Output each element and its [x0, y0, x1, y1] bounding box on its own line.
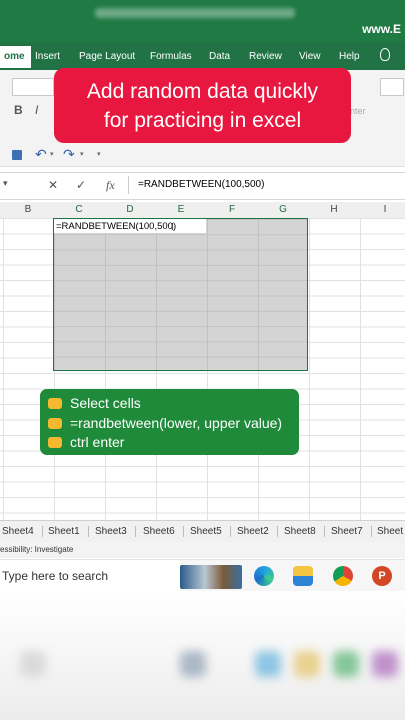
tab-formulas[interactable]: Formulas [150, 51, 192, 62]
sheet-tab[interactable]: Sheet5 [190, 526, 231, 537]
blurred-shape [333, 651, 359, 677]
blurred-shape [180, 651, 206, 677]
bold-button[interactable]: B [14, 103, 23, 117]
sheet-tab[interactable]: Sheet7 [331, 526, 372, 537]
customize-qat-icon[interactable]: ▾ [97, 150, 101, 158]
chevron-down-icon[interactable]: ▾ [50, 150, 54, 158]
sheet-tab[interactable]: Sheet1 [48, 526, 89, 537]
chrome-icon[interactable] [333, 566, 353, 586]
banner-line-1: Add random data quickly [86, 80, 319, 103]
text-cursor-icon: I [171, 222, 174, 233]
title-banner: Add random data quickly for practicing i… [54, 68, 351, 143]
tab-home[interactable]: ome [0, 46, 31, 68]
sheet-tab[interactable]: Sheet4 [2, 526, 43, 537]
tab-view[interactable]: View [299, 51, 321, 62]
sheet-tab[interactable]: Sheet3 [95, 526, 136, 537]
column-header-d[interactable]: D [105, 204, 155, 215]
blurred-shape [255, 651, 281, 677]
blurred-background [0, 591, 405, 720]
steps-callout: Select cells =randbetween(lower, upper v… [40, 389, 299, 455]
banner-line-2: for practicing in excel [103, 109, 302, 132]
lightbulb-icon[interactable] [380, 48, 390, 61]
sheet-tab[interactable]: Sheet [377, 526, 405, 537]
sheet-tab[interactable]: Sheet2 [237, 526, 278, 537]
status-bar: essibility: Investigate [0, 542, 405, 558]
tab-help[interactable]: Help [339, 51, 360, 62]
blurred-shape [372, 651, 398, 677]
chevron-down-icon[interactable]: ▾ [80, 150, 84, 158]
divider [128, 176, 129, 194]
tab-page-layout[interactable]: Page Layout [79, 51, 135, 62]
formula-bar: ▾ ✕ ✓ fx =RANDBETWEEN(100,500) [0, 172, 405, 200]
selected-range[interactable] [53, 218, 308, 371]
search-highlight-image[interactable] [180, 565, 242, 589]
tab-review[interactable]: Review [249, 51, 282, 62]
blurred-title [95, 8, 295, 18]
sheet-tabs: Sheet4 Sheet1 Sheet3 Sheet6 Sheet5 Sheet… [0, 520, 405, 543]
redo-icon[interactable]: ↷ [63, 146, 75, 163]
ribbon-tabs: ome Insert Page Layout Formulas Data Rev… [0, 42, 405, 70]
column-header-i[interactable]: I [360, 204, 405, 215]
sheet-tab[interactable]: Sheet6 [143, 526, 184, 537]
blurred-shape [20, 651, 46, 677]
column-header-c[interactable]: C [54, 204, 104, 215]
cancel-icon[interactable]: ✕ [48, 178, 58, 192]
search-placeholder: Type here to search [2, 569, 109, 583]
taskbar-search[interactable]: Type here to search [0, 560, 180, 592]
quick-access-toolbar: ↶ ▾ ↷ ▾ ▾ [0, 144, 405, 167]
style-box[interactable] [380, 78, 404, 96]
step-item: =randbetween(lower, upper value) [48, 414, 299, 434]
column-header-e[interactable]: E [156, 204, 206, 215]
column-header-g[interactable]: G [258, 204, 308, 215]
name-box-dropdown-icon[interactable]: ▾ [3, 178, 8, 189]
save-icon[interactable] [12, 150, 22, 160]
watermark: www.E [362, 22, 401, 36]
pointing-hand-icon [48, 437, 62, 448]
tab-data[interactable]: Data [209, 51, 230, 62]
accessibility-status[interactable]: essibility: Investigate [0, 545, 73, 554]
blurred-shape [294, 651, 320, 677]
sheet-tab[interactable]: Sheet8 [284, 526, 325, 537]
formula-input[interactable]: =RANDBETWEEN(100,500) [138, 179, 264, 190]
undo-icon[interactable]: ↶ [35, 146, 47, 163]
pointing-hand-icon [48, 398, 62, 409]
cell-edit-text: =RANDBETWEEN(100,500) [56, 221, 177, 232]
step-item: Select cells [48, 394, 299, 414]
step-item: ctrl enter [48, 433, 299, 453]
insert-function-icon[interactable]: fx [106, 178, 115, 193]
italic-button[interactable]: I [35, 103, 38, 117]
edge-icon[interactable] [254, 566, 274, 586]
column-header-h[interactable]: H [309, 204, 359, 215]
powerpoint-icon[interactable]: P [372, 566, 392, 586]
file-explorer-icon[interactable] [293, 566, 313, 586]
merge-center-button[interactable]: nter [350, 106, 366, 116]
taskbar: Type here to search P [0, 559, 405, 592]
pointing-hand-icon [48, 417, 62, 429]
font-name-box[interactable] [12, 78, 54, 96]
title-bar [0, 0, 405, 42]
column-header-b[interactable]: B [3, 204, 53, 215]
column-headers: B C D E F G H I [0, 202, 405, 219]
column-header-f[interactable]: F [207, 204, 257, 215]
enter-icon[interactable]: ✓ [76, 178, 86, 192]
tab-insert[interactable]: Insert [35, 51, 60, 62]
